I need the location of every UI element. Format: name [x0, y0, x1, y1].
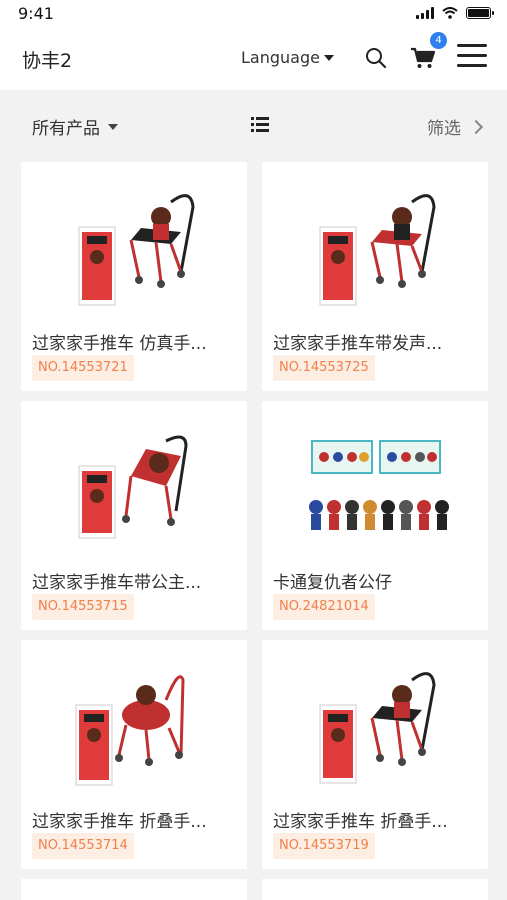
product-card-partial[interactable] — [262, 879, 488, 900]
product-image — [319, 672, 436, 784]
status-bar: 9:41 — [0, 0, 507, 28]
product-code: NO.14553714 — [32, 833, 134, 859]
product-card[interactable]: 过家家手推车 仿真手... NO.14553721 — [21, 162, 247, 391]
product-title: 过家家手推车带发声... — [273, 334, 443, 354]
product-card[interactable]: 过家家手推车带发声... NO.14553725 — [262, 162, 488, 391]
wifi-icon — [442, 7, 458, 19]
product-code: NO.14553725 — [273, 355, 375, 381]
battery-icon — [466, 7, 494, 19]
cart-count-badge: 4 — [430, 32, 447, 49]
product-card[interactable]: 卡通复仇者公仔 NO.24821014 — [262, 401, 488, 630]
product-toolbar: 所有产品 筛选 — [0, 90, 507, 160]
product-title: 过家家手推车带公主... — [32, 573, 202, 593]
chevron-right-icon — [468, 119, 484, 134]
product-code: NO.14553719 — [273, 833, 375, 859]
cart-icon[interactable] — [410, 46, 436, 70]
caret-down-icon — [323, 54, 334, 61]
product-title: 过家家手推车 折叠手... — [32, 812, 207, 832]
app-header: 协丰2 Language 4 — [0, 28, 507, 90]
product-card[interactable]: 过家家手推车带公主... NO.14553715 — [21, 401, 247, 630]
product-image — [78, 194, 195, 306]
product-image — [75, 675, 185, 786]
filter-label: 筛选 — [427, 119, 461, 139]
search-icon[interactable] — [365, 47, 387, 69]
language-selector[interactable]: Language — [241, 48, 334, 67]
product-card[interactable]: 过家家手推车 折叠手... NO.14553719 — [262, 640, 488, 869]
product-code: NO.14553715 — [32, 594, 134, 620]
product-image — [78, 435, 188, 539]
list-view-icon[interactable] — [251, 116, 269, 134]
category-dropdown[interactable]: 所有产品 — [32, 114, 118, 139]
product-code: NO.14553721 — [32, 355, 134, 381]
product-title: 过家家手推车 仿真手... — [32, 334, 207, 354]
product-title: 卡通复仇者公仔 — [273, 573, 392, 593]
product-card[interactable]: 过家家手推车 折叠手... NO.14553714 — [21, 640, 247, 869]
language-label: Language — [241, 48, 320, 67]
product-title: 过家家手推车 折叠手... — [273, 812, 448, 832]
product-code: NO.24821014 — [273, 594, 375, 620]
status-icons — [416, 7, 494, 19]
category-label: 所有产品 — [32, 119, 100, 139]
status-time: 9:41 — [18, 4, 54, 23]
product-image — [319, 194, 436, 306]
product-image — [309, 440, 449, 530]
hamburger-menu-icon[interactable] — [457, 43, 487, 69]
filter-button[interactable]: 筛选 — [427, 114, 484, 139]
caret-down-icon — [108, 123, 118, 130]
brand-title[interactable]: 协丰2 — [22, 46, 72, 73]
product-card-partial[interactable] — [21, 879, 247, 900]
signal-icon — [416, 7, 434, 19]
